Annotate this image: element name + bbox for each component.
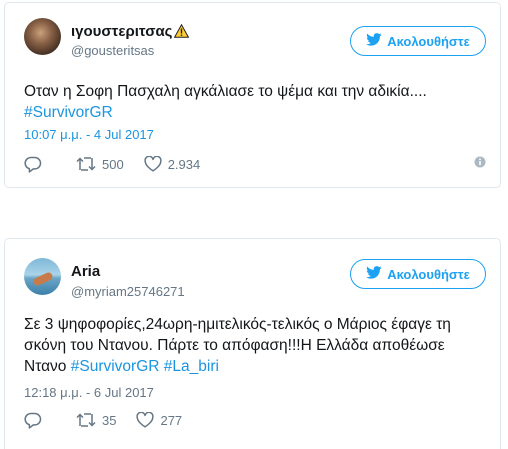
user-handle[interactable]: @myriam25746271 xyxy=(71,284,185,299)
retweet-count: 35 xyxy=(102,412,117,428)
reply-icon xyxy=(24,156,42,173)
user-name-text: ιγουστεριτσας xyxy=(71,23,173,40)
tweet-timestamp[interactable]: 12:18 μ.μ. - 6 Jul 2017 xyxy=(24,385,154,400)
tweet-text-line: Σε 3 ψηφοφορίες,24ωρη-ημιτελικός-τελικός… xyxy=(24,316,451,333)
user-display-name[interactable]: ιγουστεριτσας xyxy=(71,23,190,42)
like-icon xyxy=(136,412,155,428)
hashtag-link[interactable]: #SurvivorGR xyxy=(24,104,113,121)
follow-button-label: Ακολουθήστε xyxy=(387,33,470,49)
tweet-text: Σε 3 ψηφοφορίες,24ωρη-ημιτελικός-τελικός… xyxy=(24,314,488,377)
avatar[interactable] xyxy=(24,258,61,295)
retweet-count: 500 xyxy=(102,156,124,172)
reply-icon xyxy=(24,412,42,429)
tweet-card: Aria @myriam25746271 Ακολουθήστε Σε 3 ψη… xyxy=(4,238,501,449)
reply-button[interactable] xyxy=(24,156,42,173)
tweet-actions: 35 277 xyxy=(24,409,486,431)
retweet-icon xyxy=(76,156,96,172)
reply-button[interactable] xyxy=(24,412,42,429)
tweet-text: Οταν η Σοφη Πασχαλη αγκάλιασε το ψέμα κα… xyxy=(24,81,488,123)
hashtag-link[interactable]: #SurvivorGR xyxy=(71,358,160,375)
twitter-bird-icon xyxy=(366,266,382,282)
like-button[interactable]: 277 xyxy=(136,412,182,428)
like-icon xyxy=(144,156,162,172)
tweet-timestamp[interactable]: 10:07 μ.μ. - 4 Jul 2017 xyxy=(24,127,154,142)
like-button[interactable]: 2.934 xyxy=(144,156,201,172)
user-display-name[interactable]: Aria xyxy=(71,263,100,280)
retweet-button[interactable]: 500 xyxy=(76,156,124,172)
warning-icon xyxy=(174,23,190,42)
like-count: 2.934 xyxy=(167,156,201,172)
tweet-text-line: Ντανο xyxy=(24,358,71,375)
like-count: 277 xyxy=(160,412,183,428)
user-handle[interactable]: @gousteritsas xyxy=(71,43,154,58)
info-icon xyxy=(474,155,486,173)
tweet-text-line: σκόνη του Ντανου. Πάρτε το απόφαση!!!Η Ε… xyxy=(24,337,445,354)
page: ιγουστεριτσας @gousteritsas Ακολουθήστε … xyxy=(0,0,508,449)
tweet-text-body: Οταν η Σοφη Πασχαλη αγκάλιασε το ψέμα κα… xyxy=(24,83,427,100)
retweet-icon xyxy=(76,412,96,428)
follow-button-label: Ακολουθήστε xyxy=(387,266,470,282)
twitter-bird-icon xyxy=(366,33,382,49)
follow-button[interactable]: Ακολουθήστε xyxy=(350,26,486,56)
tweet-actions: 500 2.934 xyxy=(24,153,486,175)
retweet-button[interactable]: 35 xyxy=(76,412,116,428)
hashtag-link[interactable]: #La_biri xyxy=(164,358,219,375)
avatar[interactable] xyxy=(24,18,61,55)
tweet-card: ιγουστεριτσας @gousteritsas Ακολουθήστε … xyxy=(4,2,501,188)
info-button[interactable] xyxy=(474,155,486,173)
follow-button[interactable]: Ακολουθήστε xyxy=(350,259,486,289)
